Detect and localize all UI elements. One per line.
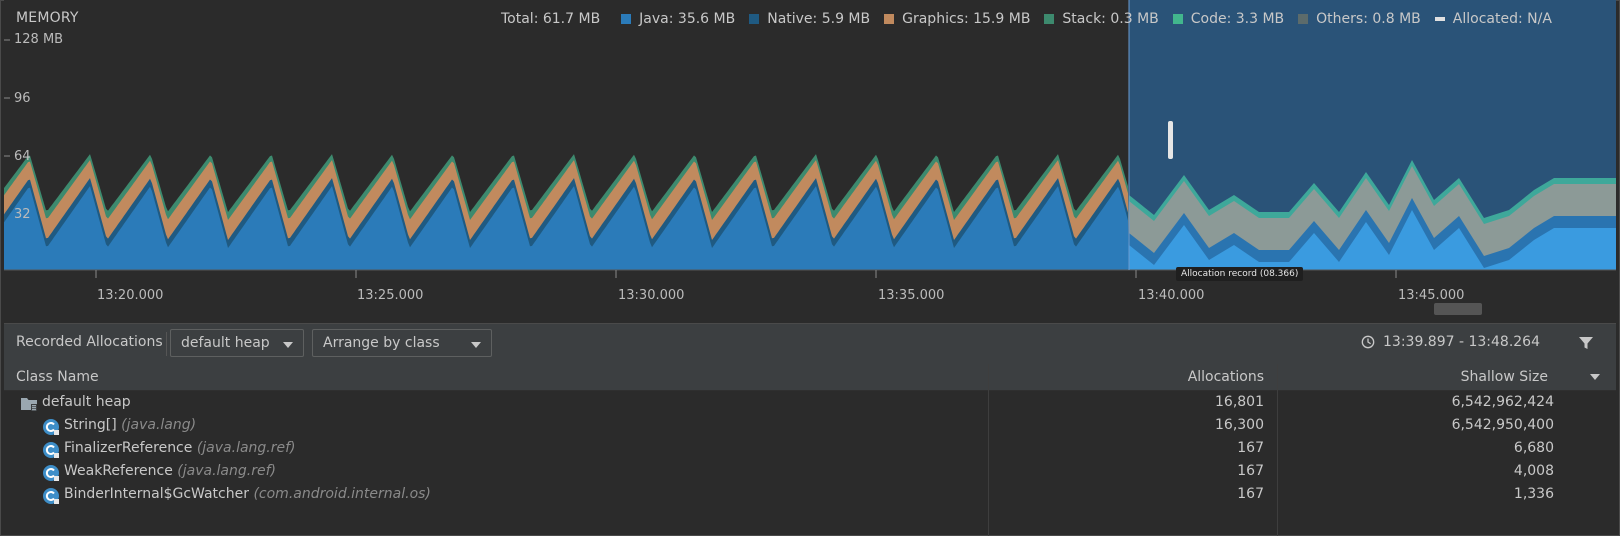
legend-graphics-label: Graphics: 15.9 MB (902, 11, 1031, 27)
y-tick-32: 32 (14, 207, 31, 222)
allocated-dash-icon (1434, 17, 1445, 21)
time-range-text: 13:39.897 - 13:48.264 (1383, 334, 1540, 350)
class-package-text: (java.lang.ref) (196, 440, 296, 456)
legend-graphics: Graphics: 15.9 MB (884, 11, 1030, 27)
y-tick-96: 96 (14, 91, 31, 106)
allocations-table: Class Name Allocations Shallow Size defa… (4, 364, 1616, 536)
row-allocations: 16,801 (1215, 394, 1264, 410)
memory-chart[interactable]: MEMORY Total: 61.7 MB Java: 35.6 MB Nati… (4, 0, 1616, 318)
legend-code: Code: 3.3 MB (1172, 11, 1285, 27)
row-allocations: 167 (1237, 440, 1264, 456)
legend-java: Java: 35.6 MB (621, 11, 735, 27)
chevron-down-icon (471, 342, 481, 348)
sort-descending-icon[interactable] (1590, 374, 1600, 380)
legend-code-label: Code: 3.3 MB (1190, 11, 1285, 27)
x-tick-1325: 13:25.000 (357, 288, 424, 303)
table-row[interactable]: default heap 16,801 6,542,962,424 (4, 392, 1616, 415)
chevron-down-icon (283, 342, 293, 348)
others-swatch-icon (1298, 14, 1309, 24)
time-range: 13:39.897 - 13:48.264 (1361, 334, 1540, 350)
legend-total: Total: 61.7 MB (501, 11, 601, 27)
code-swatch-icon (1172, 14, 1183, 24)
heap-select-value: default heap (181, 335, 270, 351)
legend-others: Others: 0.8 MB (1298, 11, 1421, 27)
x-tick-1345: 13:45.000 (1398, 288, 1465, 303)
allocations-toolbar: Recorded Allocations default heap Arrang… (4, 323, 1616, 365)
folder-icon (21, 398, 37, 411)
legend-native-label: Native: 5.9 MB (767, 11, 871, 27)
class-package-text: (java.lang) (121, 417, 197, 433)
class-icon (43, 488, 59, 504)
toolbar-divider (166, 332, 167, 356)
table-row[interactable]: BinderInternal$GcWatcher (com.android.in… (4, 484, 1616, 507)
memory-legend: Total: 61.7 MB Java: 35.6 MB Native: 5.9… (501, 10, 1566, 28)
header-shallow-size[interactable]: Shallow Size (1461, 369, 1548, 385)
allocation-record-tooltip: Allocation record (08.366) (1176, 267, 1304, 281)
row-allocations: 167 (1237, 463, 1264, 479)
table-row[interactable]: FinalizerReference (java.lang.ref) 167 6… (4, 438, 1616, 461)
class-name-text: String[] (64, 417, 117, 433)
row-class-name: BinderInternal$GcWatcher (com.android.in… (64, 486, 431, 502)
header-allocations[interactable]: Allocations (1188, 369, 1264, 385)
stack-swatch-icon (1044, 14, 1055, 24)
row-shallow-size: 6,680 (1513, 440, 1554, 456)
y-tick-64: 64 (14, 149, 31, 164)
x-tick-1335: 13:35.000 (878, 288, 945, 303)
memory-title: MEMORY (16, 10, 79, 26)
row-shallow-size: 4,008 (1513, 463, 1554, 479)
class-name-text: WeakReference (64, 463, 173, 479)
class-icon (43, 465, 59, 481)
arrange-select-value: Arrange by class (323, 335, 440, 351)
native-swatch-icon (749, 14, 760, 24)
class-name-text: BinderInternal$GcWatcher (64, 486, 249, 502)
graphics-swatch-icon (884, 14, 895, 24)
row-shallow-size: 1,336 (1513, 486, 1554, 502)
recorded-allocations-label: Recorded Allocations (16, 334, 163, 350)
table-row[interactable]: WeakReference (java.lang.ref) 167 4,008 (4, 461, 1616, 484)
row-class-name: FinalizerReference (java.lang.ref) (64, 440, 296, 456)
row-shallow-size: 6,542,962,424 (1451, 394, 1554, 410)
legend-stack: Stack: 0.3 MB (1044, 11, 1159, 27)
row-allocations: 16,300 (1215, 417, 1264, 433)
header-shallow-size-label: Shallow Size (1460, 369, 1548, 385)
class-name-text: FinalizerReference (64, 440, 193, 456)
memory-area-chart[interactable] (4, 0, 1616, 318)
row-class-name: String[] (java.lang) (64, 417, 196, 433)
class-icon (43, 419, 59, 435)
legend-stack-label: Stack: 0.3 MB (1062, 11, 1159, 27)
class-package-text: (com.android.internal.os) (253, 486, 431, 502)
legend-others-label: Others: 0.8 MB (1316, 11, 1421, 27)
clock-icon (1361, 335, 1375, 349)
class-icon (43, 442, 59, 458)
row-class-name: WeakReference (java.lang.ref) (64, 463, 276, 479)
class-package-text: (java.lang.ref) (177, 463, 276, 479)
legend-allocated: Allocated: N/A (1434, 11, 1552, 27)
timeline-scrollbar-thumb[interactable] (1434, 303, 1482, 315)
legend-allocated-label: Allocated: N/A (1452, 11, 1552, 27)
row-class-name: default heap (42, 394, 131, 410)
table-row[interactable]: String[] (java.lang) 16,300 6,542,950,40… (4, 415, 1616, 438)
x-tick-1320: 13:20.000 (97, 288, 164, 303)
legend-java-label: Java: 35.6 MB (639, 11, 736, 27)
selection-drag-handle[interactable] (1168, 121, 1173, 159)
legend-native: Native: 5.9 MB (749, 11, 870, 27)
row-shallow-size: 6,542,950,400 (1451, 417, 1554, 433)
x-tick-1340: 13:40.000 (1138, 288, 1205, 303)
y-tick-128: 128 MB (14, 32, 64, 47)
header-class-name[interactable]: Class Name (16, 369, 99, 385)
arrange-select[interactable]: Arrange by class (312, 329, 492, 357)
java-swatch-icon (621, 14, 632, 24)
filter-icon[interactable] (1578, 335, 1594, 351)
table-header: Class Name Allocations Shallow Size (4, 364, 1616, 391)
x-tick-1330: 13:30.000 (618, 288, 685, 303)
row-allocations: 167 (1237, 486, 1264, 502)
heap-select[interactable]: default heap (170, 329, 304, 357)
